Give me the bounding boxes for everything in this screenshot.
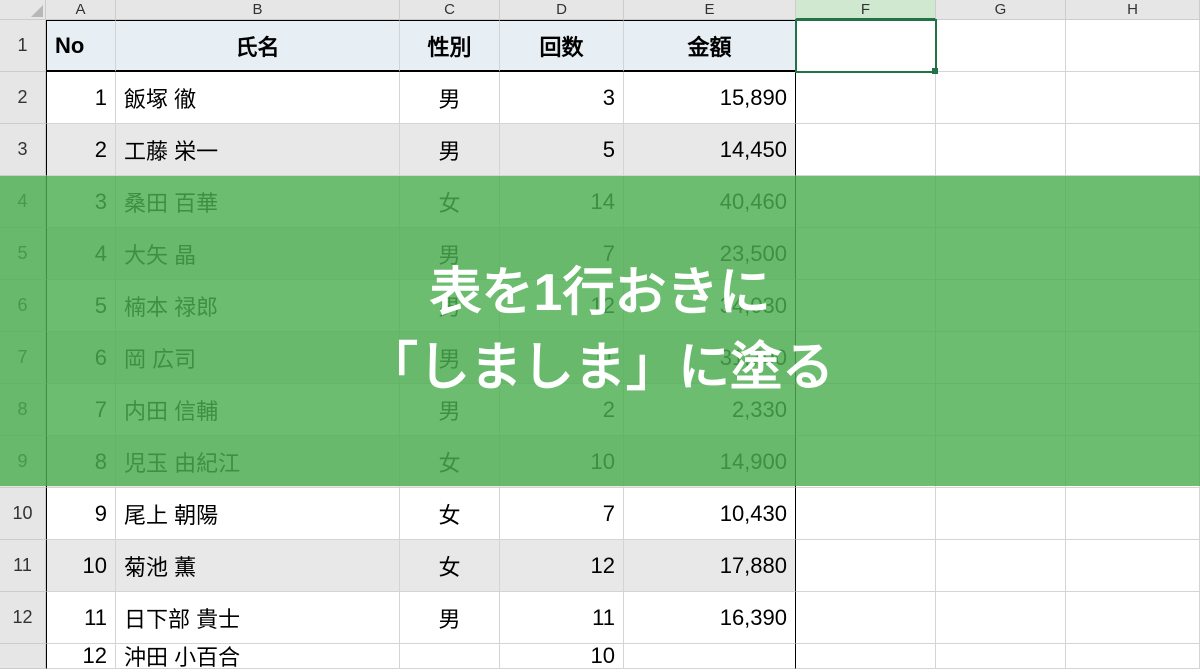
cell[interactable] [1066,644,1200,669]
cell[interactable] [936,540,1066,592]
row-header-12[interactable]: 12 [0,592,46,644]
overlay-line1: 表を1行おきに [430,256,771,331]
row-header-1[interactable]: 1 [0,20,46,72]
col-header-E[interactable]: E [624,0,796,20]
cell-count[interactable]: 12 [500,540,624,592]
col-header-D[interactable]: D [500,0,624,20]
cell-no[interactable]: 9 [46,488,116,540]
cell-gender[interactable]: 女 [400,488,500,540]
table-header-count[interactable]: 回数 [500,20,624,72]
title-overlay: 表を1行おきに 「しましま」に塗る [0,176,1200,486]
cell[interactable] [936,488,1066,540]
cell[interactable] [796,644,936,669]
cell[interactable] [936,20,1066,72]
col-header-G[interactable]: G [936,0,1066,20]
cell-no[interactable]: 10 [46,540,116,592]
cell-count[interactable]: 10 [500,644,624,669]
active-cell-F1[interactable] [796,20,936,72]
cell-amount[interactable]: 16,390 [624,592,796,644]
cell[interactable] [1066,124,1200,176]
cell[interactable] [936,72,1066,124]
row-header-11[interactable]: 11 [0,540,46,592]
col-header-H[interactable]: H [1066,0,1200,20]
cell-name[interactable]: 沖田 小百合 [116,644,400,669]
cell-gender[interactable] [400,644,500,669]
cell-amount[interactable]: 17,880 [624,540,796,592]
cell-amount[interactable]: 15,890 [624,72,796,124]
cell-no[interactable]: 2 [46,124,116,176]
cell[interactable] [796,72,936,124]
row-header-partial[interactable] [0,644,46,669]
cell-count[interactable]: 3 [500,72,624,124]
cell-amount[interactable]: 14,450 [624,124,796,176]
cell-gender[interactable]: 男 [400,592,500,644]
col-header-A[interactable]: A [46,0,116,20]
cell[interactable] [1066,592,1200,644]
cell-amount[interactable]: 10,430 [624,488,796,540]
cell-count[interactable]: 5 [500,124,624,176]
cell[interactable] [796,592,936,644]
cell-no[interactable]: 1 [46,72,116,124]
col-header-B[interactable]: B [116,0,400,20]
cell-gender[interactable]: 男 [400,124,500,176]
cell-name[interactable]: 日下部 貴士 [116,592,400,644]
select-all-corner[interactable] [0,0,46,20]
cell-count[interactable]: 11 [500,592,624,644]
table-header-no[interactable]: No [46,20,116,72]
cell-name[interactable]: 工藤 栄一 [116,124,400,176]
cell[interactable] [1066,20,1200,72]
cell[interactable] [1066,540,1200,592]
overlay-line2: 「しましま」に塗る [366,331,834,406]
row-header-3[interactable]: 3 [0,124,46,176]
cell-gender[interactable]: 男 [400,72,500,124]
table-header-gender[interactable]: 性別 [400,20,500,72]
col-header-F[interactable]: F [796,0,936,20]
cell[interactable] [1066,488,1200,540]
col-header-C[interactable]: C [400,0,500,20]
cell[interactable] [936,644,1066,669]
cell[interactable] [796,124,936,176]
cell-name[interactable]: 尾上 朝陽 [116,488,400,540]
row-header-10[interactable]: 10 [0,488,46,540]
cell[interactable] [936,124,1066,176]
table-header-name[interactable]: 氏名 [116,20,400,72]
cell-no[interactable]: 11 [46,592,116,644]
cell-name[interactable]: 菊池 薫 [116,540,400,592]
cell-count[interactable]: 7 [500,488,624,540]
cell[interactable] [796,540,936,592]
cell[interactable] [1066,72,1200,124]
cell[interactable] [796,488,936,540]
cell-amount[interactable] [624,644,796,669]
cell-gender[interactable]: 女 [400,540,500,592]
cell-name[interactable]: 飯塚 徹 [116,72,400,124]
cell[interactable] [936,592,1066,644]
table-header-amount[interactable]: 金額 [624,20,796,72]
cell-no[interactable]: 12 [46,644,116,669]
row-header-2[interactable]: 2 [0,72,46,124]
